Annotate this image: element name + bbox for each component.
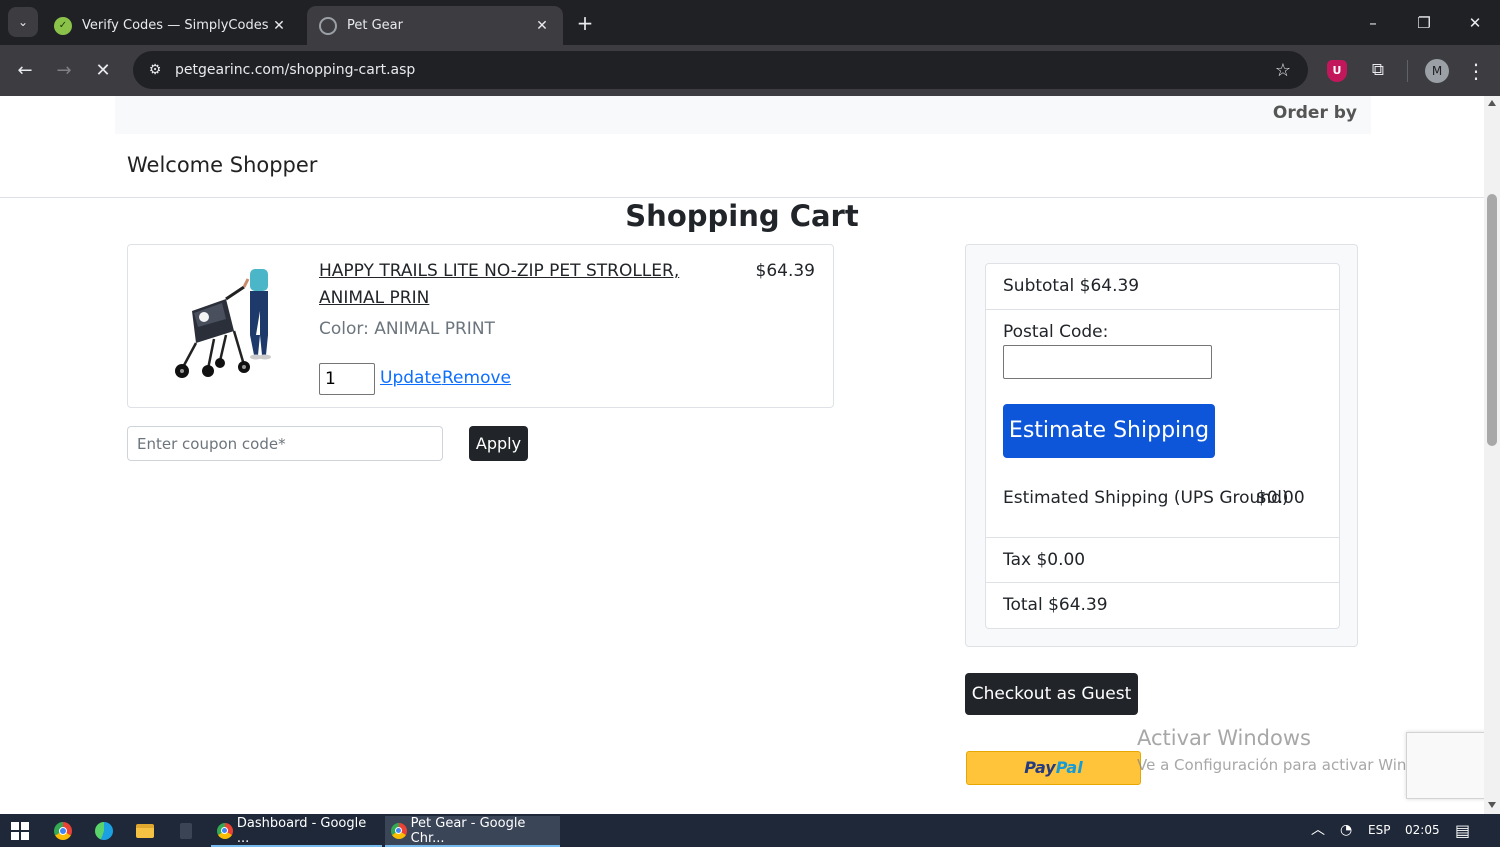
bookmark-star-icon[interactable]: ☆ bbox=[1268, 60, 1298, 81]
welcome-text: Welcome Shopper bbox=[127, 153, 318, 177]
product-color: Color: ANIMAL PRINT bbox=[319, 319, 495, 339]
page-viewport: Order by Welcome Shopper Shopping Cart H… bbox=[0, 96, 1484, 814]
page-scrollbar[interactable] bbox=[1484, 96, 1500, 814]
taskbar-task-pet-gear[interactable]: Pet Gear - Google Chr... bbox=[385, 816, 560, 847]
paypal-logo-pay: Pay bbox=[1024, 758, 1056, 777]
paypal-logo-pal: Pal bbox=[1055, 758, 1083, 777]
close-tab-icon[interactable]: ✕ bbox=[270, 18, 288, 34]
top-nav-band: Order by bbox=[115, 96, 1371, 134]
language-indicator[interactable]: ESP bbox=[1368, 814, 1390, 847]
task-label: Pet Gear - Google Chr... bbox=[410, 815, 526, 846]
subtotal-text: Subtotal $64.39 bbox=[1003, 276, 1140, 296]
scrollbar-thumb[interactable] bbox=[1487, 194, 1497, 446]
page-title: Shopping Cart bbox=[625, 199, 859, 233]
task-label: Dashboard - Google ... bbox=[236, 815, 367, 846]
cart-item: HAPPY TRAILS LITE NO-ZIP PET STROLLER, A… bbox=[127, 244, 834, 408]
petgear-icon bbox=[319, 16, 337, 35]
order-summary: Subtotal $64.39 Postal Code: Estimate Sh… bbox=[965, 244, 1358, 647]
paypal-button[interactable]: PayPal bbox=[966, 751, 1141, 785]
recaptcha-badge[interactable] bbox=[1406, 732, 1484, 799]
chrome-icon bbox=[217, 822, 233, 839]
toolbar-divider bbox=[1407, 60, 1408, 82]
windows-start-icon[interactable] bbox=[6, 818, 34, 844]
tax-text: Tax $0.00 bbox=[1003, 550, 1086, 570]
product-price: $64.39 bbox=[755, 261, 815, 281]
chevron-down-icon: ⌄ bbox=[17, 15, 29, 29]
windows-activation-text: Ve a Configuración para activar Windows. bbox=[1137, 756, 1450, 774]
postal-code-label: Postal Code: bbox=[1003, 322, 1109, 342]
edge-icon[interactable] bbox=[90, 818, 118, 844]
close-tab-icon[interactable]: ✕ bbox=[533, 18, 551, 34]
close-window-icon[interactable]: ✕ bbox=[1460, 10, 1490, 36]
tab-simplycodes[interactable]: ✓ Verify Codes — SimplyCodes ✕ bbox=[42, 6, 300, 45]
wifi-icon[interactable]: ◔ bbox=[1340, 814, 1352, 847]
estimated-shipping-label: Estimated Shipping (UPS Ground) bbox=[1003, 488, 1289, 508]
windows-taskbar: Dashboard - Google ... Pet Gear - Google… bbox=[0, 814, 1500, 847]
coupon-code-input[interactable] bbox=[127, 426, 443, 461]
header-divider bbox=[0, 197, 1484, 198]
profile-avatar[interactable]: M bbox=[1425, 59, 1449, 83]
total-text: Total $64.39 bbox=[1003, 595, 1108, 615]
tab-title: Verify Codes — SimplyCodes bbox=[82, 18, 269, 33]
back-icon[interactable]: ← bbox=[10, 56, 40, 86]
taskbar-task-dashboard[interactable]: Dashboard - Google ... bbox=[211, 816, 382, 847]
app-icon[interactable] bbox=[172, 818, 200, 844]
show-hidden-icons-chevron-icon[interactable]: ︿ bbox=[1311, 814, 1325, 847]
product-image[interactable] bbox=[164, 269, 274, 384]
order-summary-list: Subtotal $64.39 Postal Code: Estimate Sh… bbox=[985, 263, 1340, 629]
update-link[interactable]: Update bbox=[380, 368, 442, 388]
windows-activation-title: Activar Windows bbox=[1137, 726, 1311, 750]
scroll-up-icon[interactable] bbox=[1488, 100, 1496, 106]
estimated-shipping-value: $0.00 bbox=[1256, 488, 1305, 508]
remove-link[interactable]: Remove bbox=[442, 368, 511, 388]
postal-code-input[interactable] bbox=[1003, 345, 1212, 379]
stop-loading-icon[interactable]: ✕ bbox=[88, 56, 118, 86]
total-row: Total $64.39 bbox=[986, 583, 1339, 628]
site-settings-icon[interactable]: ⚙ bbox=[143, 62, 167, 78]
browser-toolbar: ← → ✕ ⚙ petgearinc.com/shopping-cart.asp… bbox=[0, 45, 1500, 96]
minimize-icon[interactable]: – bbox=[1358, 10, 1388, 36]
quantity-input[interactable] bbox=[319, 363, 375, 395]
tab-pet-gear[interactable]: Pet Gear ✕ bbox=[307, 6, 563, 45]
extensions-puzzle-icon[interactable]: ⧉ bbox=[1366, 57, 1390, 83]
order-by-link[interactable]: Order by bbox=[1273, 103, 1357, 123]
apply-coupon-button[interactable]: Apply bbox=[469, 426, 528, 461]
chrome-icon[interactable] bbox=[49, 818, 77, 844]
restore-icon[interactable]: ❐ bbox=[1409, 10, 1439, 36]
notifications-icon[interactable]: ▤ bbox=[1455, 814, 1470, 847]
simplycodes-icon: ✓ bbox=[54, 16, 72, 35]
new-tab-button[interactable]: + bbox=[572, 10, 598, 36]
address-bar[interactable]: ⚙ petgearinc.com/shopping-cart.asp ☆ bbox=[133, 51, 1308, 89]
tab-title: Pet Gear bbox=[347, 18, 403, 33]
ublock-extension-icon[interactable]: U bbox=[1327, 60, 1347, 82]
checkout-as-guest-button[interactable]: Checkout as Guest bbox=[965, 673, 1138, 715]
chrome-icon bbox=[391, 822, 407, 839]
tax-row: Tax $0.00 bbox=[986, 538, 1339, 583]
url-text[interactable]: petgearinc.com/shopping-cart.asp bbox=[175, 62, 1268, 78]
more-menu-icon[interactable]: ⋮ bbox=[1464, 57, 1488, 85]
shipping-estimator: Postal Code: Estimate Shipping Estimated… bbox=[986, 310, 1339, 538]
browser-tab-strip: ⌄ ✓ Verify Codes — SimplyCodes ✕ Pet Gea… bbox=[0, 0, 1500, 45]
file-explorer-icon[interactable] bbox=[131, 818, 159, 844]
tab-search-button[interactable]: ⌄ bbox=[8, 7, 38, 37]
clock[interactable]: 02:05 bbox=[1405, 814, 1440, 847]
estimate-shipping-button[interactable]: Estimate Shipping bbox=[1003, 404, 1215, 458]
scroll-down-icon[interactable] bbox=[1488, 802, 1496, 808]
subtotal-row: Subtotal $64.39 bbox=[986, 264, 1339, 310]
product-name-link[interactable]: HAPPY TRAILS LITE NO-ZIP PET STROLLER, A… bbox=[319, 258, 729, 312]
forward-icon[interactable]: → bbox=[49, 56, 79, 86]
